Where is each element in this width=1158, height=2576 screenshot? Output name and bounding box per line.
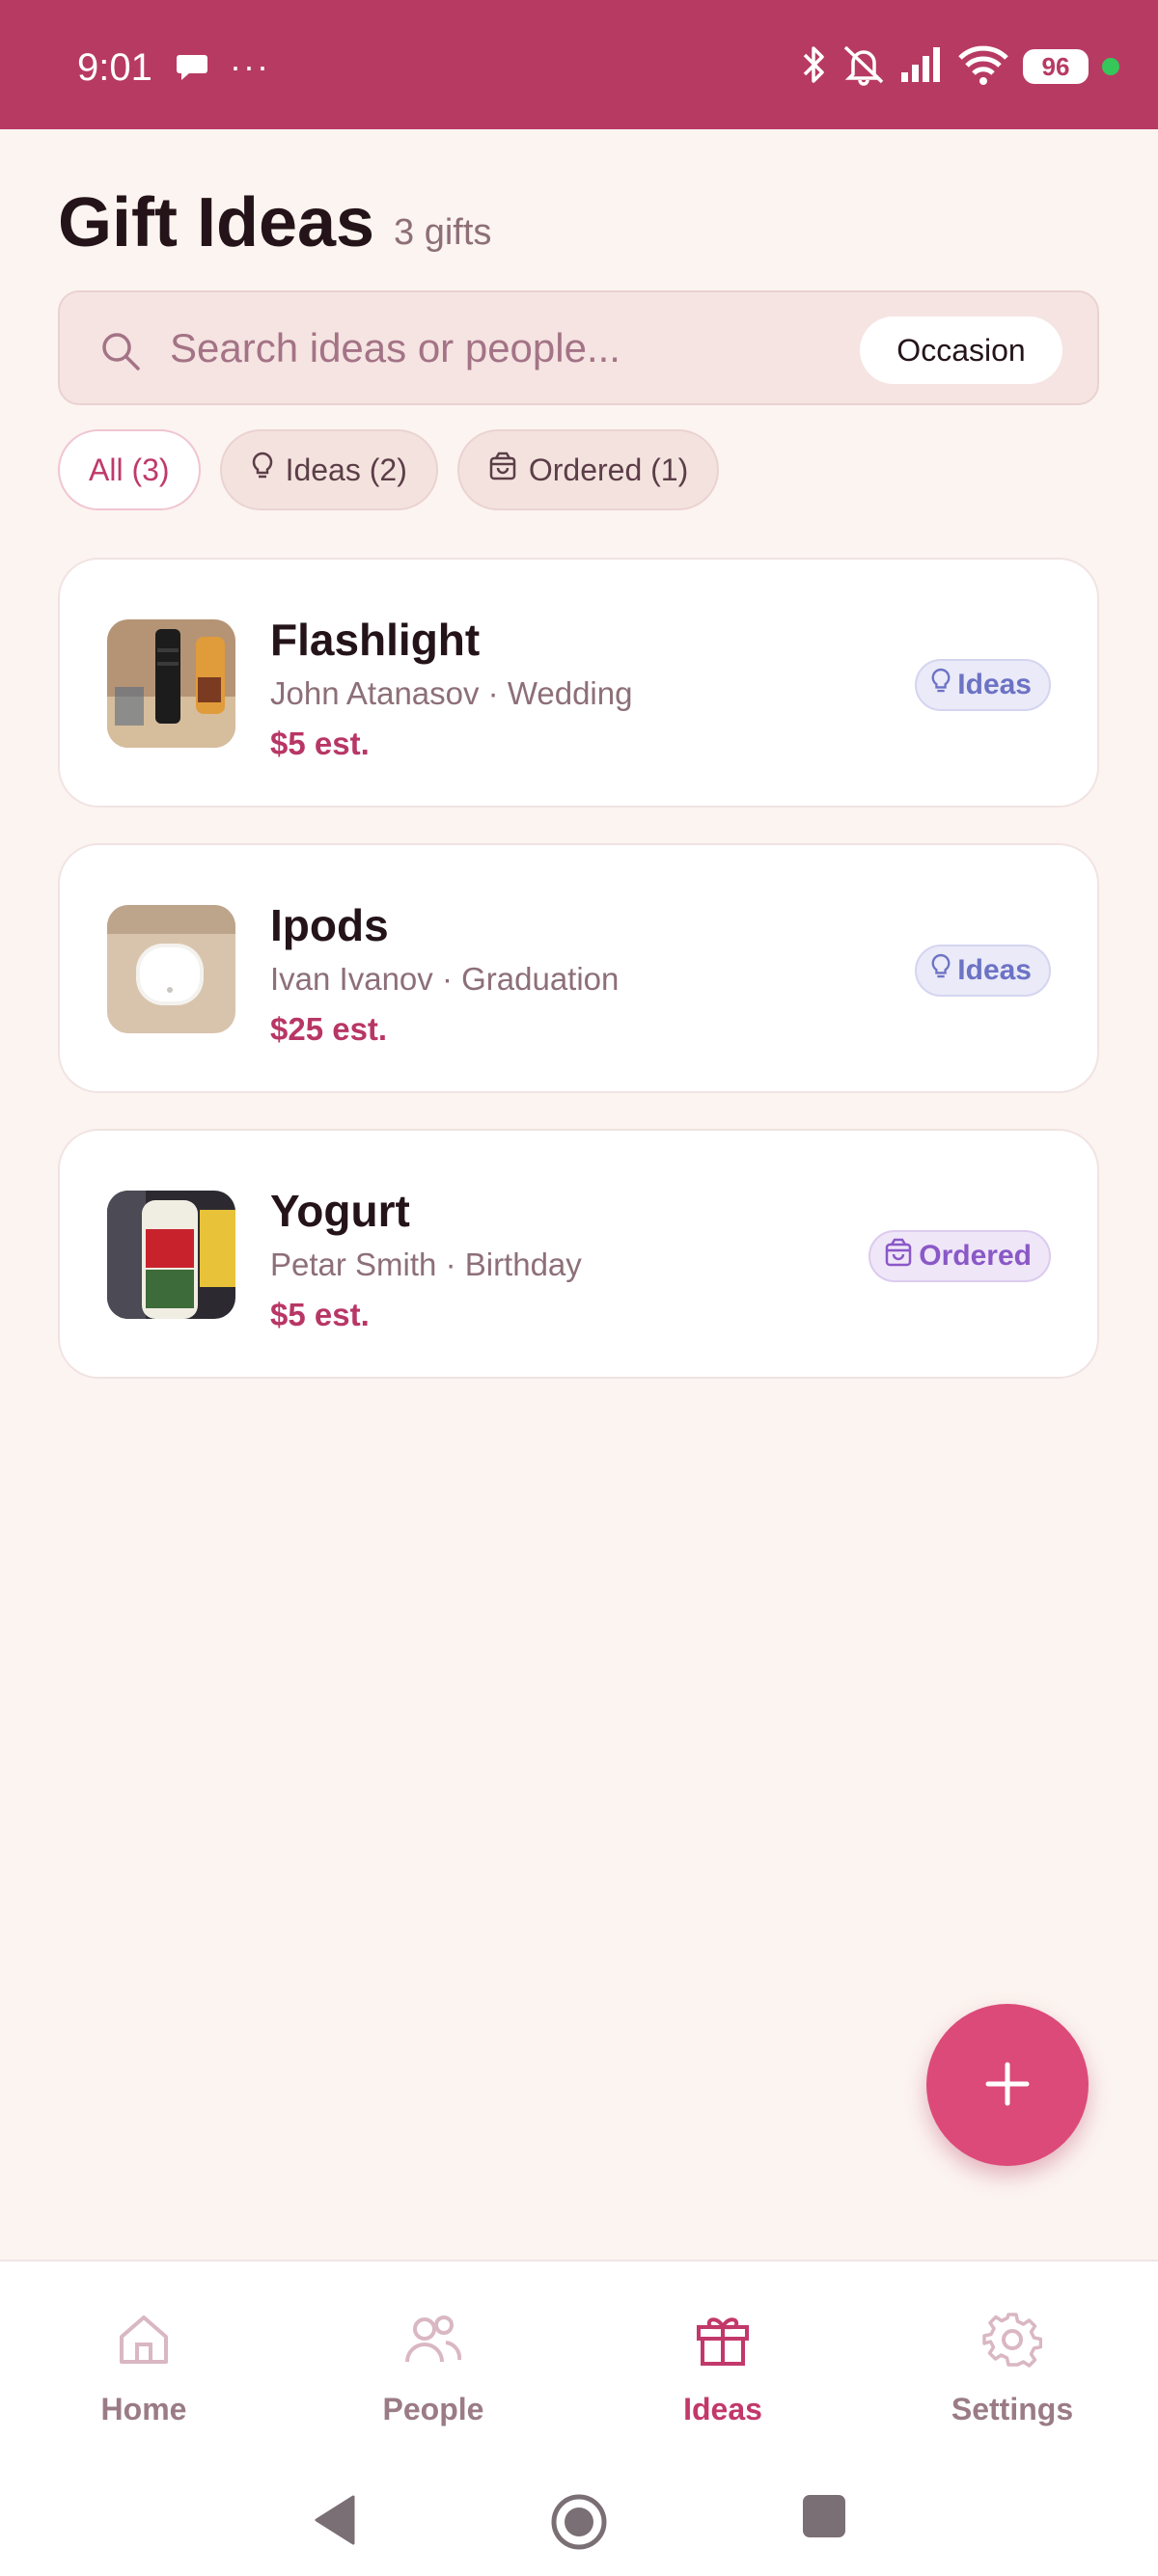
status-badge: Ordered bbox=[868, 1230, 1051, 1282]
status-badge: Ideas bbox=[915, 659, 1051, 711]
gift-name: Ipods bbox=[270, 900, 389, 950]
bottom-navigation: Home People Ideas Settings bbox=[0, 2260, 1158, 2576]
gift-count: 3 gifts bbox=[394, 212, 492, 253]
nav-label: Ideas bbox=[683, 2392, 762, 2426]
gear-icon bbox=[916, 2310, 1109, 2374]
home-button-icon[interactable] bbox=[550, 2493, 608, 2556]
lightbulb-icon bbox=[251, 451, 274, 489]
chat-notification-icon bbox=[176, 53, 208, 87]
status-badge: Ideas bbox=[915, 945, 1051, 997]
gift-recipient: Petar Smith · Birthday bbox=[270, 1247, 582, 1282]
search-input[interactable] bbox=[168, 314, 882, 383]
gift-price: $25 est. bbox=[270, 1011, 388, 1047]
nav-label: Settings bbox=[951, 2392, 1074, 2426]
gift-card-ipods[interactable]: Ipods Ivan Ivanov · Graduation $25 est. … bbox=[58, 843, 1099, 1093]
gift-photo bbox=[107, 1191, 235, 1319]
chip-label: All (3) bbox=[89, 452, 170, 487]
add-gift-button[interactable] bbox=[926, 2004, 1089, 2166]
lightbulb-icon bbox=[930, 952, 951, 989]
mute-icon bbox=[841, 43, 886, 91]
filter-chip-ideas[interactable]: Ideas (2) bbox=[219, 429, 438, 510]
nav-home[interactable]: Home bbox=[47, 2310, 240, 2445]
search-bar[interactable]: Occasion bbox=[58, 290, 1099, 405]
gift-price: $5 est. bbox=[270, 1297, 370, 1332]
nav-label: People bbox=[382, 2392, 484, 2426]
shopping-bag-icon bbox=[488, 451, 517, 489]
people-icon bbox=[337, 2310, 530, 2374]
shopping-bag-icon bbox=[884, 1237, 913, 1275]
gift-icon bbox=[626, 2310, 819, 2374]
gift-price: $5 est. bbox=[270, 726, 370, 761]
lightbulb-icon bbox=[930, 667, 951, 703]
filter-chips: All (3) Ideas (2) Ordered (1) bbox=[58, 429, 720, 510]
system-navigation-bar bbox=[0, 2474, 1158, 2570]
gift-recipient: John Atanasov · Wedding bbox=[270, 675, 633, 711]
filter-chip-ordered[interactable]: Ordered (1) bbox=[456, 429, 720, 510]
plus-icon bbox=[984, 2061, 1031, 2110]
recents-icon[interactable] bbox=[801, 2493, 847, 2544]
clock: 9:01 bbox=[77, 46, 152, 89]
status-label: Ordered bbox=[919, 1240, 1032, 1272]
search-icon bbox=[98, 329, 143, 378]
occasion-filter-button[interactable]: Occasion bbox=[860, 316, 1062, 384]
wifi-icon bbox=[957, 44, 1009, 90]
more-notifications-icon: ··· bbox=[230, 46, 270, 86]
battery-level: 96 bbox=[1023, 49, 1089, 84]
nav-ideas[interactable]: Ideas bbox=[626, 2310, 819, 2445]
filter-chip-all[interactable]: All (3) bbox=[58, 429, 201, 510]
gift-photo bbox=[107, 905, 235, 1033]
gift-card-flashlight[interactable]: Flashlight John Atanasov · Wedding $5 es… bbox=[58, 558, 1099, 808]
page-title: Gift Ideas bbox=[58, 184, 375, 261]
chip-label: Ideas (2) bbox=[285, 452, 407, 487]
gift-photo bbox=[107, 619, 235, 748]
privacy-indicator-dot bbox=[1102, 58, 1119, 75]
status-label: Ideas bbox=[957, 669, 1032, 700]
nav-settings[interactable]: Settings bbox=[916, 2310, 1109, 2445]
back-icon[interactable] bbox=[311, 2493, 359, 2552]
gift-card-yogurt[interactable]: Yogurt Petar Smith · Birthday $5 est. Or… bbox=[58, 1129, 1099, 1379]
signal-icon bbox=[899, 45, 944, 89]
gift-name: Yogurt bbox=[270, 1186, 410, 1236]
status-label: Ideas bbox=[957, 954, 1032, 986]
status-bar: 9:01 ··· 96 bbox=[0, 0, 1158, 129]
gift-recipient: Ivan Ivanov · Graduation bbox=[270, 961, 620, 997]
nav-label: Home bbox=[100, 2392, 187, 2426]
gift-name: Flashlight bbox=[270, 615, 481, 665]
nav-people[interactable]: People bbox=[337, 2310, 530, 2445]
chip-label: Ordered (1) bbox=[528, 452, 689, 487]
bluetooth-icon bbox=[801, 43, 828, 91]
home-icon bbox=[47, 2310, 240, 2374]
